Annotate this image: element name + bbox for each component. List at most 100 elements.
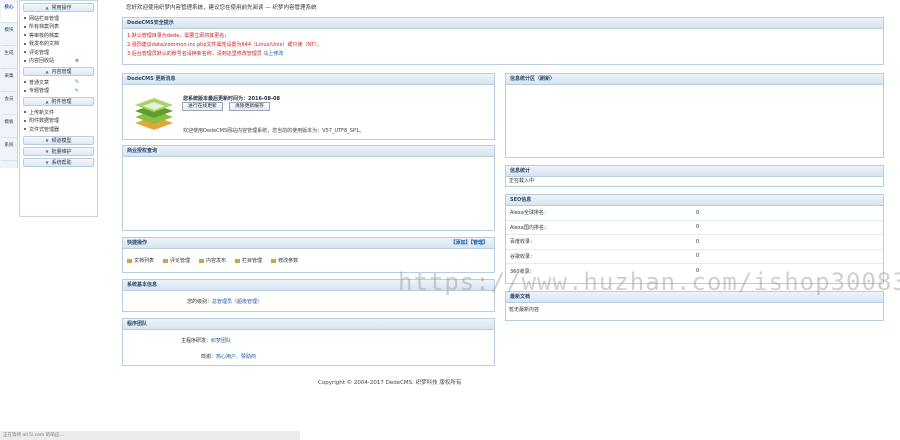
vtab-module[interactable]: 模块 [1,26,17,46]
latest-empty: 暂无最新内容 [509,307,540,313]
welcome-text: 欢迎使用DedeCMS网站内容管理系统，您当前的使用版本为：V57_UTF8_S… [183,128,365,134]
browser-status-bar: 正在等待 all.5i.com 的响应... [0,431,300,440]
main-content: 您好欢迎使用织梦内容管理系统，建议您在使用前先阅读 — 织梦内容管理系统 Ded… [116,0,888,440]
dev-thanks: 鸣谢：热心用户、赞助商 [201,354,257,360]
dedecms-logo-icon [135,98,173,130]
dev-main: 主程序研发：织梦团队 [181,338,232,344]
sidebar-section-content[interactable]: ▲ 内容管理 [23,67,94,76]
sidebar-item-article[interactable]: 普通文章 ✎ [20,78,97,87]
panel-title: 快捷操作 【添加】【管理】 [123,238,494,249]
sidebar-item-label: 所有档案列表 [29,24,60,31]
footer: Copyright © 2004-2017 DedeCMS. 织梦科技 版权所有 [318,380,462,386]
clear-cache-button[interactable]: 清除更新缓存 [229,102,270,111]
vtab-generate[interactable]: 生成 [1,49,17,69]
seo-row: 百度收录： 0 [506,235,883,250]
section-title: 批量维护 [51,148,72,155]
section-title: 常用操作 [51,5,72,11]
sidebar-item-recycle[interactable]: 内容回收站 ⊗ [20,57,97,66]
sidebar-section-help[interactable]: ▼ 系统帮助 [23,157,94,167]
watermark: https://www.huzhan.com/ishop30083 [398,268,900,296]
sidebar: ▲ 常用操作 网站栏目管理 所有档案列表 等审核的档案 我发布的文档 评论管理 … [19,0,98,217]
sidebar-section-common[interactable]: ▲ 常用操作 [23,3,94,12]
info-panel: 信息统计区（刷新） [505,73,884,158]
seo-row: Alexa国内排名： 0 [506,221,883,235]
section-title: 附件管理 [51,99,72,105]
vtab-collect[interactable]: 采集 [1,72,17,92]
shortcut-manage-link[interactable]: 【添加】【管理】 [450,238,488,248]
panel-title: 商业授权查询 [123,146,494,157]
seo-row: Alexa全球排名： 0 [506,206,883,221]
shortcut-comments[interactable]: 评论管理 [163,257,190,264]
bullet-icon [24,111,26,114]
bullet-icon [24,42,26,45]
panel-title: DedeCMS 更新消息 [123,74,494,85]
panel-title: SEO信息 [506,195,883,206]
bullet-icon [24,128,26,131]
sidebar-item-topic[interactable]: 专题管理 ✎ [20,87,97,96]
sidebar-item-comments[interactable]: 评论管理 [20,48,97,57]
sidebar-item-label: 内容回收站 [29,58,55,65]
sidebar-item-label: 普通文章 [29,79,50,86]
sidebar-item-column[interactable]: 网站栏目管理 [20,14,97,23]
bullet-icon [24,25,26,28]
chevron-up-icon: ▲ [45,69,49,74]
sidebar-item-my-docs[interactable]: 我发布的文档 [20,40,97,49]
shortcut-publish[interactable]: 内容发布 [199,257,226,264]
chevron-up-icon: ▲ [45,5,49,10]
sidebar-item-label: 上传新文件 [29,109,55,116]
vtab-member[interactable]: 会员 [1,95,17,115]
stats-loading: 正在载入中 [509,178,535,184]
vtab-system[interactable]: 系统 [1,141,17,161]
sidebar-section-attachments[interactable]: ▲ 附件管理 [23,97,94,106]
section-title: 频道模型 [51,137,72,144]
panel-title: 程序团队 [123,319,494,330]
level-info: 您的级别：总管理员（超级管理） [187,299,263,305]
online-update-button[interactable]: 进行在线更新 [182,102,223,111]
shortcut-params[interactable]: 修改参数 [271,257,298,264]
bullet-icon [24,17,26,20]
sidebar-item-label: 文件式管理器 [29,126,60,133]
sidebar-item-label: 网站栏目管理 [29,15,60,22]
sidebar-item-attach-data[interactable]: 附件数据管理 [20,117,97,126]
bullet-icon [24,51,26,54]
bullet-icon [24,34,26,37]
vertical-tab-strip: 核心 模块 生成 采集 会员 模板 系统 [0,0,18,168]
sidebar-item-file-manager[interactable]: 文件式管理器 [20,125,97,134]
sidebar-item-label: 专题管理 [29,88,50,95]
license-panel: 商业授权查询 [122,145,495,231]
sidebar-item-pending[interactable]: 等审核的档案 [20,31,97,40]
alert-line: 3.后台管理员默认的账号名请换新名称，请到这里修改管理员 马上修改 [127,51,284,57]
shortcut-doclist[interactable]: 文档列表 [127,257,154,264]
alert-line: 1.默认管理目录为dede，需要立即将其更名； [127,33,230,39]
sidebar-item-label: 我发布的文档 [29,41,60,48]
recycle-icon[interactable]: ⊗ [75,58,79,64]
security-panel: DedeCMS安全提示 1.默认管理目录为dede，需要立即将其更名； 2.强烈… [122,17,884,65]
version-text: 您系统版本最后更新时间为：2016-08-08 [183,96,280,102]
chevron-down-icon: ▼ [45,137,49,143]
welcome-bar: 您好欢迎使用织梦内容管理系统，建议您在使用前先阅读 — 织梦内容管理系统 [126,5,317,11]
panel-title: DedeCMS安全提示 [123,18,883,29]
chevron-up-icon: ▲ [45,99,49,104]
chevron-down-icon: ▼ [45,159,49,165]
sidebar-item-upload[interactable]: 上传新文件 [20,108,97,117]
sidebar-item-label: 评论管理 [29,49,50,56]
section-title: 内容管理 [51,69,72,75]
vtab-core[interactable]: 核心 [1,3,17,23]
modify-link[interactable]: 马上修改 [263,51,283,57]
folder-icon [235,258,241,263]
sidebar-section-channel[interactable]: ▼ 频道模型 [23,135,94,145]
bullet-icon [24,59,26,62]
shortcut-list: 文档列表 评论管理 内容发布 栏目管理 修改参数 [127,257,298,264]
panel-title: 信息统计区（刷新） [506,74,883,85]
sidebar-item-all-docs[interactable]: 所有档案列表 [20,23,97,32]
shortcut-columns[interactable]: 栏目管理 [235,257,262,264]
update-panel: DedeCMS 更新消息 您系统版本最后更新时间为：2016-08-08 进行在… [122,73,495,140]
sidebar-section-batch[interactable]: ▼ 批量维护 [23,146,94,156]
folder-icon [127,258,132,263]
vtab-template[interactable]: 模板 [1,118,17,138]
bullet-icon [24,89,26,92]
alert-line: 2.强烈建议data/common.inc.php文件属性设置为644（Linu… [127,42,322,48]
add-icon[interactable]: ✎ [75,88,79,94]
seo-row: 谷歌收录： 0 [506,250,883,264]
add-icon[interactable]: ✎ [75,79,79,85]
